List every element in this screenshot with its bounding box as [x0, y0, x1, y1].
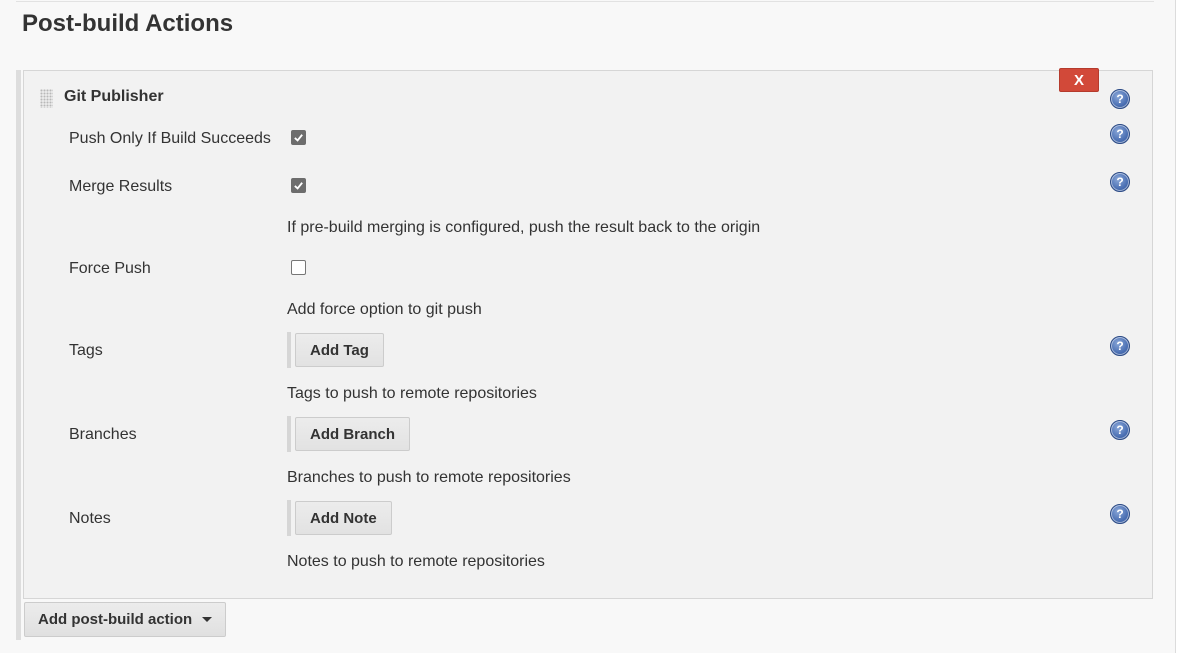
force-push-label: Force Push — [69, 260, 151, 277]
git-publisher-panel: Git Publisher X ? Push Only If Build Suc… — [23, 68, 1153, 599]
branches-description: Branches to push to remote repositories — [287, 469, 571, 486]
merge-results-label: Merge Results — [69, 178, 173, 195]
add-tag-button[interactable]: Add Tag — [295, 333, 384, 367]
repeatable-bar — [287, 332, 291, 368]
drag-handle-icon[interactable] — [40, 89, 53, 108]
notes-description: Notes to push to remote repositories — [287, 553, 545, 570]
tags-control: Add Tag — [287, 332, 384, 368]
help-icon[interactable]: ? — [1110, 89, 1130, 109]
tags-label: Tags — [69, 342, 103, 359]
divider — [16, 1, 1154, 2]
branches-label: Branches — [69, 426, 137, 443]
push-only-checkbox[interactable] — [291, 130, 306, 145]
section-side-bar — [16, 70, 21, 640]
tags-description: Tags to push to remote repositories — [287, 385, 537, 402]
post-build-actions-page: Post-build Actions Git Publisher X ? Pus… — [0, 0, 1176, 653]
add-post-build-action-button[interactable]: Add post-build action — [24, 602, 227, 637]
checkmark-icon — [294, 182, 303, 190]
help-icon[interactable]: ? — [1110, 124, 1130, 144]
notes-label: Notes — [69, 510, 111, 527]
add-post-build-action-label: Add post-build action — [38, 611, 193, 628]
help-icon[interactable]: ? — [1110, 504, 1130, 524]
section-title: Post-build Actions — [22, 10, 234, 37]
add-branch-button[interactable]: Add Branch — [295, 417, 411, 451]
repeatable-bar — [287, 500, 291, 536]
delete-publisher-button[interactable]: X — [1059, 68, 1099, 92]
merge-results-checkbox[interactable] — [291, 178, 306, 193]
add-note-button[interactable]: Add Note — [295, 501, 392, 535]
help-icon[interactable]: ? — [1110, 420, 1130, 440]
checkmark-icon — [294, 134, 303, 142]
merge-results-description: If pre-build merging is configured, push… — [287, 219, 761, 236]
help-icon[interactable]: ? — [1110, 336, 1130, 356]
notes-control: Add Note — [287, 500, 392, 536]
panel-title: Git Publisher — [64, 88, 164, 105]
caret-down-icon — [202, 617, 213, 622]
force-push-checkbox[interactable] — [291, 260, 306, 275]
force-push-description: Add force option to git push — [287, 301, 482, 318]
repeatable-bar — [287, 416, 291, 452]
push-only-label: Push Only If Build Succeeds — [69, 130, 271, 147]
branches-control: Add Branch — [287, 416, 411, 452]
help-icon[interactable]: ? — [1110, 172, 1130, 192]
